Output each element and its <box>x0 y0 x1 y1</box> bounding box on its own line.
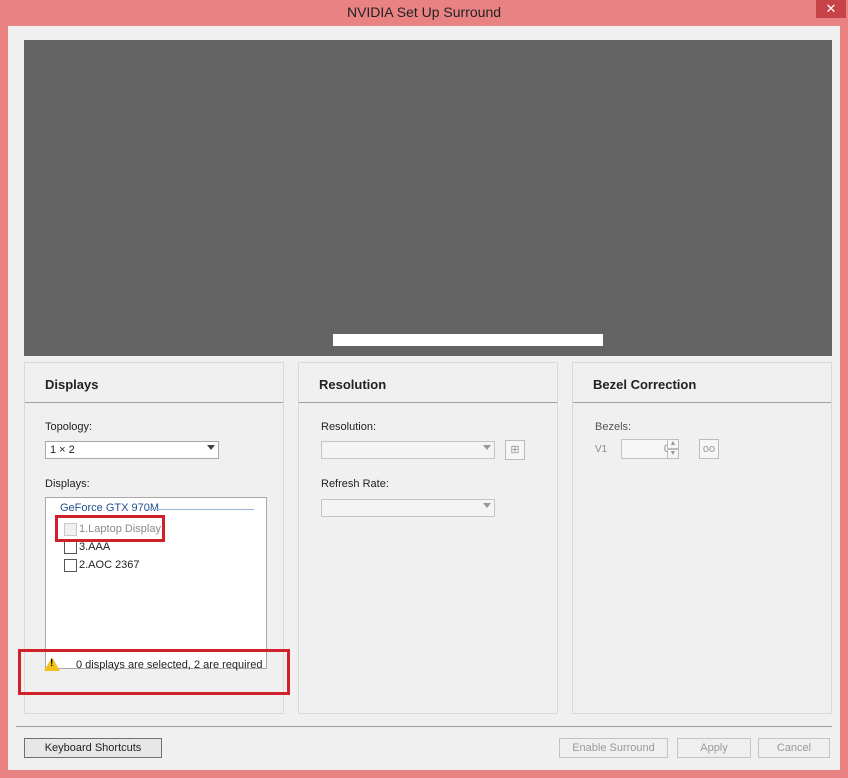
chevron-down-icon <box>207 445 215 450</box>
bottom-divider <box>16 726 832 727</box>
chevron-down-icon <box>483 503 491 508</box>
bezel-panel: Bezel Correction Bezels: V1 0 ▲ ▼ oo <box>572 362 832 714</box>
preview-taskbar <box>333 334 603 346</box>
display-checkbox-aaa[interactable] <box>64 541 77 554</box>
chevron-down-icon <box>483 445 491 450</box>
resolution-panel: Resolution Resolution: ⊞ Refresh Rate: <box>298 362 558 714</box>
warning-exclamation-icon: ! <box>50 658 54 669</box>
add-resolution-icon[interactable]: ⊞ <box>505 440 525 460</box>
cancel-button[interactable]: Cancel <box>758 738 830 758</box>
display-preview <box>24 40 832 356</box>
spin-down-icon[interactable]: ▼ <box>667 449 679 459</box>
resolution-panel-divider <box>299 402 557 403</box>
topology-select[interactable]: 1 × 2 <box>45 441 219 459</box>
spin-up-icon[interactable]: ▲ <box>667 439 679 449</box>
resolution-label: Resolution: <box>321 421 377 433</box>
display-label-aoc[interactable]: 2.AOC 2367 <box>79 559 140 571</box>
bezel-panel-divider <box>573 402 831 403</box>
surround-window: NVIDIA Set Up Surround ✕ Displays Topolo… <box>0 0 848 778</box>
bezel-peek-icon[interactable]: oo <box>699 439 719 459</box>
bezel-panel-title: Bezel Correction <box>593 377 697 392</box>
highlight-warning <box>18 649 290 695</box>
refresh-rate-label: Refresh Rate: <box>321 478 389 490</box>
resolution-select[interactable] <box>321 441 495 459</box>
close-icon[interactable]: ✕ <box>816 0 846 18</box>
gpu-header-line <box>144 509 254 510</box>
enable-surround-button[interactable]: Enable Surround <box>559 738 668 758</box>
keyboard-shortcuts-button[interactable]: Keyboard Shortcuts <box>24 738 162 758</box>
display-label-aaa[interactable]: 3.AAA <box>79 541 110 553</box>
displays-panel-divider <box>25 402 283 403</box>
refresh-rate-select[interactable] <box>321 499 495 517</box>
window-client: Displays Topology: 1 × 2 Displays: GeFor… <box>8 26 840 770</box>
window-title: NVIDIA Set Up Surround <box>346 4 502 20</box>
displays-panel-title: Displays <box>45 377 99 392</box>
display-checkbox-aoc[interactable] <box>64 559 77 572</box>
topology-value: 1 × 2 <box>50 444 75 456</box>
highlight-laptop-display <box>55 515 165 542</box>
topology-label: Topology: <box>45 421 93 433</box>
displays-label: Displays: <box>45 478 90 490</box>
warning-text: 0 displays are selected, 2 are required <box>76 659 263 671</box>
gpu-header: GeForce GTX 970M <box>60 502 160 514</box>
bezels-label: Bezels: <box>595 421 632 433</box>
v1-label: V1 <box>595 444 608 455</box>
apply-button[interactable]: Apply <box>677 738 751 758</box>
title-bar[interactable]: NVIDIA Set Up Surround ✕ <box>0 0 848 26</box>
resolution-panel-title: Resolution <box>319 377 387 392</box>
